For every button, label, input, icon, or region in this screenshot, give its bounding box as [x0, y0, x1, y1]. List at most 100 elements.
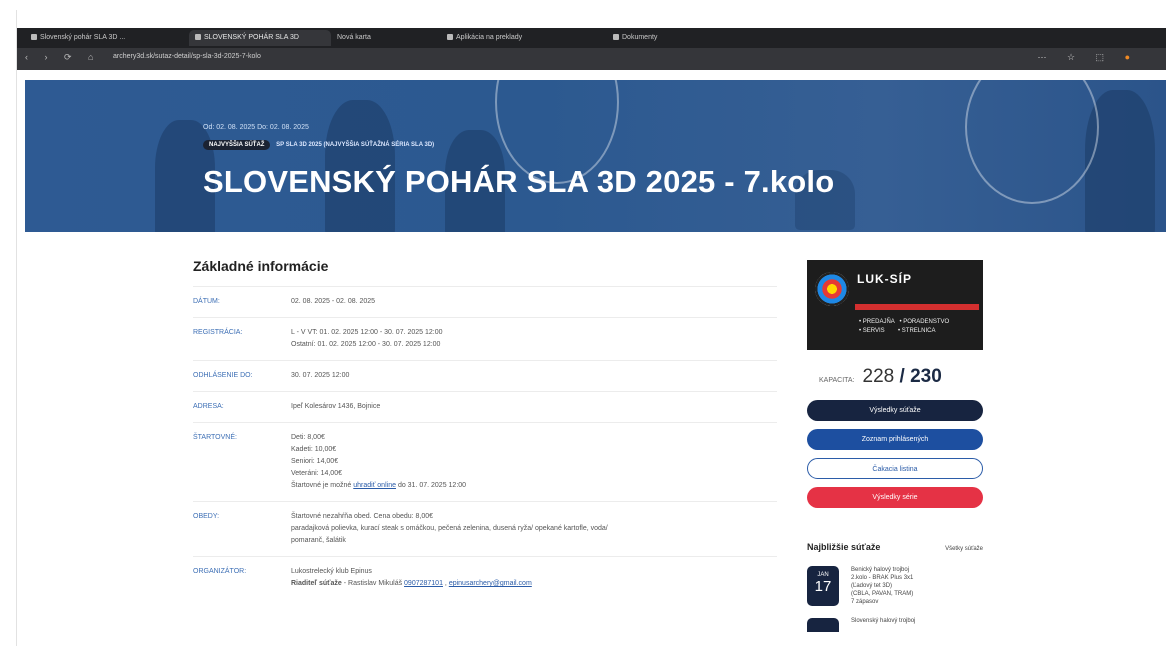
upcoming-event[interactable]: Slovenský halový trojboj [807, 618, 983, 632]
event-date-badge: JAN 17 [807, 566, 839, 606]
capacity-label: KAPACITA: [819, 377, 855, 384]
event-month: JAN [817, 572, 829, 578]
event-line: 2.kolo - BRAK Plus 3x1 [851, 575, 914, 581]
event-line: (CBLA, PAVAN, TRAM) [851, 591, 914, 597]
sponsor-services: • PREDAJŇA • PORADENSTVO • SERVIS • STRE… [859, 319, 950, 334]
nav-buttons[interactable]: ‹ › ⟳ ⌂ [25, 52, 100, 63]
info-row-registration: REGISTRÁCIA: L - V VT: 01. 02. 2025 12:0… [193, 317, 777, 360]
contact-email-link[interactable]: epinusarchery@gmail.com [449, 580, 532, 587]
fee-note: Štartovné je možné [291, 482, 352, 489]
competition-results-button[interactable]: Výsledky súťaže [807, 400, 983, 421]
sponsor-stripe [855, 304, 979, 310]
section-heading: Základné informácie [193, 258, 329, 274]
waiting-list-button[interactable]: Čakacia listina [807, 458, 983, 479]
browser-tab[interactable]: Aplikácia na preklady [447, 30, 597, 46]
upcoming-event[interactable]: JAN 17 Benický halový trojboj 2.kolo - B… [807, 566, 983, 606]
event-badges: NAJVYŠŠIA SÚŤAŽ SP SLA 3D 2025 (NAJVYŠŠI… [203, 140, 438, 150]
info-row-fee: ŠTARTOVNÉ: Deti: 8,00€ Kadeti: 10,00€ Se… [193, 422, 777, 501]
browser-tab-strip: Slovenský pohár SLA 3D ... SLOVENSKÝ POH… [17, 28, 1166, 48]
capacity-value: 228 / 230 [863, 366, 942, 388]
info-line: Štartovné je možné uhradiť online do 31.… [291, 480, 466, 492]
series-results-button[interactable]: Výsledky série [807, 487, 983, 508]
info-line: Seniori: 14,00€ [291, 458, 339, 465]
info-value: 30. 07. 2025 12:00 [291, 370, 349, 382]
browser-tab[interactable]: Nová karta [337, 30, 427, 46]
info-line: L - V VT: 01. 02. 2025 12:00 - 30. 07. 2… [291, 329, 443, 336]
tab-favicon-icon [31, 34, 37, 41]
info-row-lunch: OBEDY: Štartovné nezahŕňa obed. Cena obe… [193, 501, 777, 556]
info-line: pomaranč, šalátik [291, 537, 346, 544]
tab-favicon-icon [447, 34, 453, 41]
capacity: KAPACITA: 228 / 230 [807, 366, 983, 388]
info-line: Lukostrelecký klub Epinus [291, 568, 372, 575]
info-label: DÁTUM: [193, 298, 220, 305]
capacity-separator: / [894, 366, 911, 387]
info-line: 02. 08. 2025 - 02. 08. 2025 [291, 298, 376, 305]
browser-tab[interactable]: Slovenský pohár SLA 3D ... [31, 30, 181, 46]
tab-label: Nová karta [337, 34, 371, 41]
event-title: SLOVENSKÝ POHÁR SLA 3D 2025 - 7.kolo [203, 164, 835, 199]
capacity-max: 230 [910, 366, 942, 387]
tab-label: Aplikácia na preklady [456, 34, 523, 41]
contact-label: Riaditeľ súťaže [291, 580, 342, 587]
browser-tab-active[interactable]: SLOVENSKÝ POHÁR SLA 3D [189, 30, 331, 46]
info-line: 30. 07. 2025 12:00 [291, 372, 350, 379]
event-line: Benický halový trojboj [851, 567, 910, 573]
event-description: Benický halový trojboj 2.kolo - BRAK Plu… [851, 566, 913, 606]
upcoming-title: Najbližšie súťaže [807, 542, 881, 552]
info-value: Ipeľ Kolesárov 1436, Bojnice [291, 401, 380, 413]
tab-label: Slovenský pohár SLA 3D ... [40, 34, 126, 41]
info-label: ORGANIZÁTOR: [193, 568, 247, 575]
basic-info-section: Základné informácie DÁTUM: 02. 08. 2025 … [193, 258, 777, 599]
info-line: Veteráni: 14,00€ [291, 470, 342, 477]
fee-deadline: do 31. 07. 2025 12:00 [397, 482, 467, 489]
info-label: ODHLÁSENIE DO: [193, 372, 253, 379]
category-badge: NAJVYŠŠIA SÚŤAŽ [203, 140, 271, 150]
tab-favicon-icon [613, 34, 619, 41]
registered-list-button[interactable]: Zoznam prihlásených [807, 429, 983, 450]
info-value: Deti: 8,00€ Kadeti: 10,00€ Seniori: 14,0… [291, 432, 466, 492]
contact-person: - Rastislav Mikuláš [341, 580, 405, 587]
pay-online-link[interactable]: uhradiť online [353, 482, 396, 489]
extensions-icon[interactable]: ⋯ ☆ ⬚ [1037, 52, 1113, 62]
info-line: Ostatní: 01. 02. 2025 12:00 - 30. 07. 20… [291, 341, 441, 348]
extension-orange-icon[interactable]: ● [1125, 52, 1139, 62]
info-line: Riaditeľ súťaže - Rastislav Mikuláš 0907… [291, 580, 532, 587]
info-row-organizer: ORGANIZÁTOR: Lukostrelecký klub Epinus R… [193, 556, 777, 599]
archery-target-icon [815, 272, 849, 306]
info-label: REGISTRÁCIA: [193, 329, 243, 336]
browser-tab[interactable]: Dokumenty [613, 30, 733, 46]
tab-label: Dokumenty [622, 34, 658, 41]
info-line: Ipeľ Kolesárov 1436, Bojnice [291, 403, 381, 410]
info-line: Deti: 8,00€ [291, 434, 325, 441]
url-field[interactable]: archery3d.sk/sutaz-detail/sp-sla-3d-2025… [113, 53, 261, 60]
info-value: Lukostrelecký klub Epinus Riaditeľ súťaž… [291, 566, 532, 590]
info-value: Štartovné nezahŕňa obed. Cena obedu: 8,0… [291, 511, 608, 547]
event-dates: Od: 02. 08. 2025 Do: 02. 08. 2025 [203, 124, 309, 131]
extension-icons[interactable]: ⋯ ☆ ⬚ ● [1037, 52, 1139, 63]
upcoming-header: Najbližšie súťaže Všetky súťaže [807, 542, 983, 552]
event-line: Slovenský halový trojboj [851, 618, 916, 624]
page-frame: Slovenský pohár SLA 3D ... SLOVENSKÝ POH… [16, 10, 1166, 646]
info-label: OBEDY: [193, 513, 220, 520]
series-link[interactable]: SP SLA 3D 2025 (NAJVYŠŠIA SÚŤAŽNÁ SÉRIA … [272, 140, 438, 150]
info-line: paradajková polievka, kurací steak s omá… [291, 525, 608, 532]
tab-label: SLOVENSKÝ POHÁR SLA 3D [204, 34, 299, 41]
info-row-deregistration: ODHLÁSENIE DO: 30. 07. 2025 12:00 [193, 360, 777, 391]
event-line: 7 zápasov [851, 599, 879, 605]
all-competitions-link[interactable]: Všetky súťaže [945, 546, 983, 552]
contact-phone-link[interactable]: 0907287101 [404, 580, 443, 587]
event-day: 17 [814, 578, 832, 595]
sponsor-logo: LUK-SÍP [857, 272, 912, 286]
capacity-current: 228 [862, 366, 895, 387]
event-line: (Ľadový tet 3D) [851, 583, 893, 589]
info-row-address: ADRESA: Ipeľ Kolesárov 1436, Bojnice [193, 391, 777, 422]
info-line: Kadeti: 10,00€ [291, 446, 337, 453]
info-label: ADRESA: [193, 403, 224, 410]
info-row-date: DÁTUM: 02. 08. 2025 - 02. 08. 2025 [193, 286, 777, 317]
sponsor-banner[interactable]: LUK-SÍP • PREDAJŇA • PORADENSTVO • SERVI… [807, 260, 983, 350]
address-bar-row: ‹ › ⟳ ⌂ archery3d.sk/sutaz-detail/sp-sla… [17, 48, 1166, 70]
bow-arc [965, 80, 1099, 204]
event-date-badge [807, 618, 839, 632]
tab-favicon-icon [195, 34, 201, 41]
